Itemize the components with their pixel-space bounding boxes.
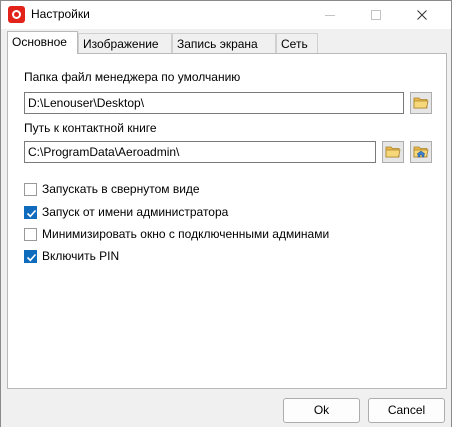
minimize-icon bbox=[325, 14, 335, 16]
default-contact-book-button[interactable] bbox=[410, 141, 432, 163]
folder-icon bbox=[385, 146, 401, 158]
contact-book-path-input[interactable] bbox=[24, 141, 376, 163]
minimize-with-admins-checkbox[interactable] bbox=[24, 227, 37, 241]
file-manager-folder-input[interactable] bbox=[24, 92, 404, 114]
maximize-button[interactable] bbox=[353, 1, 399, 29]
enable-pin-checkbox[interactable] bbox=[24, 249, 37, 263]
folder-icon bbox=[413, 97, 429, 109]
start-minimized-option[interactable]: Запускать в свернутом виде bbox=[24, 181, 200, 197]
minimize-with-admins-option[interactable]: Минимизировать окно с подключенными адми… bbox=[24, 226, 329, 242]
file-manager-folder-label: Папка файл менеджера по умолчанию bbox=[24, 70, 241, 84]
title-bar[interactable]: Настройки bbox=[1, 1, 451, 29]
tab-strip: Основное Изображение Запись экрана Сеть bbox=[7, 31, 447, 54]
run-as-admin-label: Запуск от имени администратора bbox=[42, 205, 229, 219]
folder-home-icon bbox=[413, 146, 429, 158]
checkmark-icon bbox=[26, 253, 37, 261]
close-icon bbox=[417, 10, 427, 20]
aeroadmin-app-icon bbox=[8, 6, 25, 23]
start-minimized-checkbox[interactable] bbox=[24, 182, 37, 196]
browse-file-manager-folder-button[interactable] bbox=[410, 92, 432, 114]
tab-network[interactable]: Сеть bbox=[276, 33, 318, 53]
tab-general[interactable]: Основное bbox=[7, 31, 78, 54]
contact-book-path-label: Путь к контактной книге bbox=[24, 121, 157, 135]
tab-screen-recording[interactable]: Запись экрана bbox=[172, 33, 276, 53]
start-minimized-label: Запускать в свернутом виде bbox=[42, 182, 200, 196]
checkmark-icon bbox=[26, 209, 37, 217]
enable-pin-option[interactable]: Включить PIN bbox=[24, 248, 119, 264]
dialog-footer: Ok Cancel bbox=[1, 389, 451, 427]
general-tab-panel: Папка файл менеджера по умолчанию Путь к… bbox=[7, 53, 447, 389]
minimize-button[interactable] bbox=[307, 1, 353, 29]
run-as-admin-option[interactable]: Запуск от имени администратора bbox=[24, 204, 228, 220]
cancel-button[interactable]: Cancel bbox=[368, 398, 445, 423]
tab-image[interactable]: Изображение bbox=[78, 33, 172, 53]
ok-button[interactable]: Ok bbox=[283, 398, 360, 423]
maximize-icon bbox=[371, 10, 381, 20]
browse-contact-book-button[interactable] bbox=[382, 141, 404, 163]
settings-window: Настройки Основное Изображение Запись эк… bbox=[0, 0, 452, 427]
run-as-admin-checkbox[interactable] bbox=[24, 205, 37, 219]
enable-pin-label: Включить PIN bbox=[42, 249, 120, 263]
close-button[interactable] bbox=[399, 1, 445, 29]
window-title: Настройки bbox=[31, 7, 90, 21]
minimize-with-admins-label: Минимизировать окно с подключенными адми… bbox=[42, 227, 330, 241]
